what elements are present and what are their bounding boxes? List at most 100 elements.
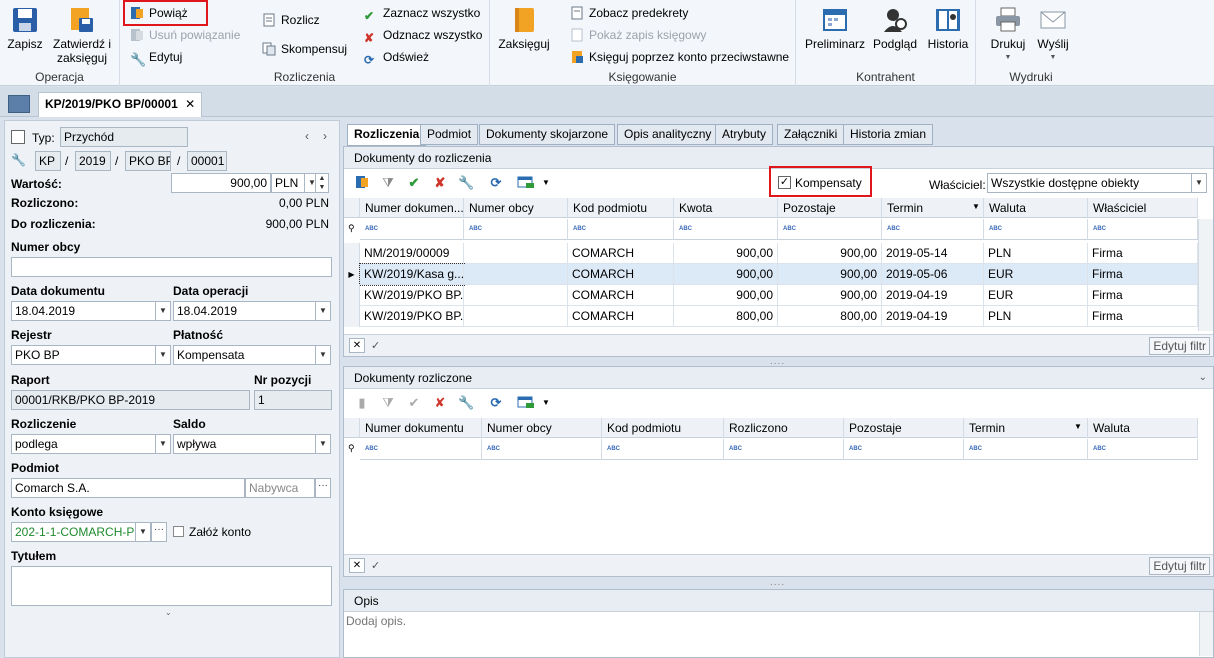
tab-0[interactable]: Rozliczenia [347, 124, 427, 146]
column-filter-cell[interactable]: ABC [844, 439, 964, 460]
clear-filter-icon[interactable]: ✕ [349, 558, 365, 573]
wrench-tool-disabled-icon[interactable]: 🔧 [458, 395, 474, 411]
column-header[interactable]: Termin [882, 198, 984, 218]
balance-field[interactable]: wpływa [173, 434, 316, 454]
position-field[interactable]: 1 [254, 390, 332, 410]
settlement-field[interactable]: podlega [11, 434, 156, 454]
column-filter-cell[interactable]: ABC [464, 219, 568, 240]
table-cell[interactable] [464, 243, 568, 264]
vertical-scrollbar[interactable] [1198, 219, 1213, 331]
doc-date-dropdown-icon[interactable]: ▼ [155, 301, 171, 321]
number-year-field[interactable]: 2019 [75, 151, 111, 171]
table-cell[interactable]: 2019-05-06 [882, 264, 984, 285]
column-filter-cell[interactable]: ABC [882, 219, 984, 240]
table-cell[interactable]: 900,00 [674, 264, 778, 285]
row-indicator[interactable] [344, 243, 360, 264]
tab-4[interactable]: Atrybuty [715, 124, 774, 145]
table-cell[interactable]: KW/2019/PKO BP... [360, 285, 464, 306]
cross-tool-icon[interactable]: ✘ [432, 175, 448, 191]
post-opposite-button[interactable]: Księguj poprzez konto przeciwstawne [570, 48, 789, 66]
table-cell[interactable]: COMARCH [568, 243, 674, 264]
entity-more-button[interactable]: ··· [315, 478, 331, 498]
post-button[interactable]: Zaksięguj [496, 6, 552, 51]
column-filter-cell[interactable]: ABC [724, 439, 844, 460]
table-cell[interactable]: 800,00 [674, 306, 778, 327]
settle-button[interactable]: Rozlicz [262, 11, 320, 29]
column-filter-cell[interactable]: ABC [1088, 439, 1198, 460]
table-cell[interactable]: 2019-05-14 [882, 243, 984, 264]
column-header[interactable]: Waluta [984, 198, 1088, 218]
op-date-dropdown-icon[interactable]: ▼ [315, 301, 331, 321]
column-filter-cell[interactable]: ABC [360, 219, 464, 240]
export-tool-icon[interactable] [516, 395, 536, 411]
table-cell[interactable]: PLN [984, 306, 1088, 327]
next-arrow-icon[interactable]: › [323, 129, 327, 143]
cross-tool-icon[interactable]: ✘ [432, 395, 448, 411]
entity-type-field[interactable]: Nabywca [245, 478, 315, 498]
table-cell[interactable] [464, 285, 568, 306]
preview-button[interactable]: Podgląd [870, 6, 920, 51]
table-cell[interactable]: COMARCH [568, 285, 674, 306]
table-cell[interactable]: EUR [984, 285, 1088, 306]
account-more-button[interactable]: ··· [151, 522, 167, 542]
owner-dropdown-icon[interactable]: ▼ [1191, 173, 1207, 193]
table-cell[interactable]: 900,00 [778, 285, 882, 306]
column-header[interactable]: Numer obcy [482, 418, 602, 438]
tab-6[interactable]: Historia zmian [843, 124, 934, 145]
table-cell[interactable]: 800,00 [778, 306, 882, 327]
value-field[interactable]: 900,00 [171, 173, 271, 193]
account-dropdown-icon[interactable]: ▼ [135, 522, 151, 542]
column-filter-cell[interactable]: ABC [778, 219, 882, 240]
print-dropdown-icon[interactable]: ▼ [988, 51, 1028, 65]
column-filter-cell[interactable]: ABC [964, 439, 1088, 460]
row-indicator[interactable] [344, 285, 360, 306]
select-all-button[interactable]: ✔ Zaznacz wszystko [364, 4, 480, 23]
table-cell[interactable]: 2019-04-19 [882, 285, 984, 306]
filter-tool-disabled-icon[interactable]: ⧩ [380, 395, 396, 411]
show-entry-button[interactable]: Pokaż zapis księgowy [570, 26, 706, 44]
table-cell[interactable] [464, 306, 568, 327]
filter-active-check-icon[interactable]: ✓ [371, 559, 380, 572]
export-dropdown-icon[interactable]: ▼ [538, 175, 554, 191]
account-field[interactable]: 202-1-1-COMARCH-PLN [11, 522, 136, 542]
preliminarz-button[interactable]: Preliminarz [804, 6, 866, 51]
refresh-tool-icon[interactable]: ⟳ [488, 175, 504, 191]
foreign-number-field[interactable] [11, 257, 332, 277]
prev-arrow-icon[interactable]: ‹ [305, 129, 309, 143]
column-header[interactable]: Numer dokumen... [360, 198, 464, 218]
column-header[interactable]: Numer obcy [464, 198, 568, 218]
approve-post-button[interactable]: Zatwierdź i zaksięguj [48, 6, 116, 65]
splitter-2[interactable]: .... [770, 577, 785, 588]
document-tab[interactable]: KP/2019/PKO BP/00001 ✕ [38, 92, 203, 117]
table-cell[interactable]: NM/2019/00009 [360, 243, 464, 264]
column-header[interactable]: Kod podmiotu [568, 198, 674, 218]
tab-2[interactable]: Dokumenty skojarzone [479, 124, 616, 145]
sort-desc-icon[interactable]: ▼ [972, 202, 980, 211]
table-cell[interactable]: EUR [984, 264, 1088, 285]
number-prefix-field[interactable]: KP [35, 151, 61, 171]
unlink-button[interactable]: Usuń powiązanie [130, 26, 240, 44]
column-header[interactable]: Rozliczono [724, 418, 844, 438]
row-indicator[interactable]: ▶ [344, 264, 360, 285]
tab-1[interactable]: Podmiot [420, 124, 479, 145]
table-cell[interactable]: 900,00 [778, 264, 882, 285]
column-header[interactable]: Kwota [674, 198, 778, 218]
column-header[interactable]: Właściciel [1088, 198, 1198, 218]
column-header[interactable]: Numer dokumentu [360, 418, 482, 438]
column-header[interactable]: Termin [964, 418, 1088, 438]
row-indicator[interactable] [344, 306, 360, 327]
link-tool-disabled-icon[interactable]: ▮ [354, 395, 370, 411]
column-filter-cell[interactable]: ABC [482, 439, 602, 460]
column-filter-cell[interactable]: ABC [984, 219, 1088, 240]
export-tool-icon[interactable] [516, 175, 536, 191]
table-cell[interactable]: Firma [1088, 243, 1198, 264]
export-dropdown-icon[interactable]: ▼ [538, 395, 554, 411]
table-cell[interactable]: Firma [1088, 285, 1198, 306]
title-field[interactable] [11, 566, 332, 606]
column-filter-cell[interactable]: ABC [602, 439, 724, 460]
filter-active-check-icon[interactable]: ✓ [371, 339, 380, 352]
table-cell[interactable]: KW/2019/PKO BP... [360, 306, 464, 327]
tab-3[interactable]: Opis analityczny [617, 124, 719, 145]
close-tab-icon[interactable]: ✕ [185, 97, 195, 111]
check-tool-disabled-icon[interactable]: ✔ [406, 395, 422, 411]
